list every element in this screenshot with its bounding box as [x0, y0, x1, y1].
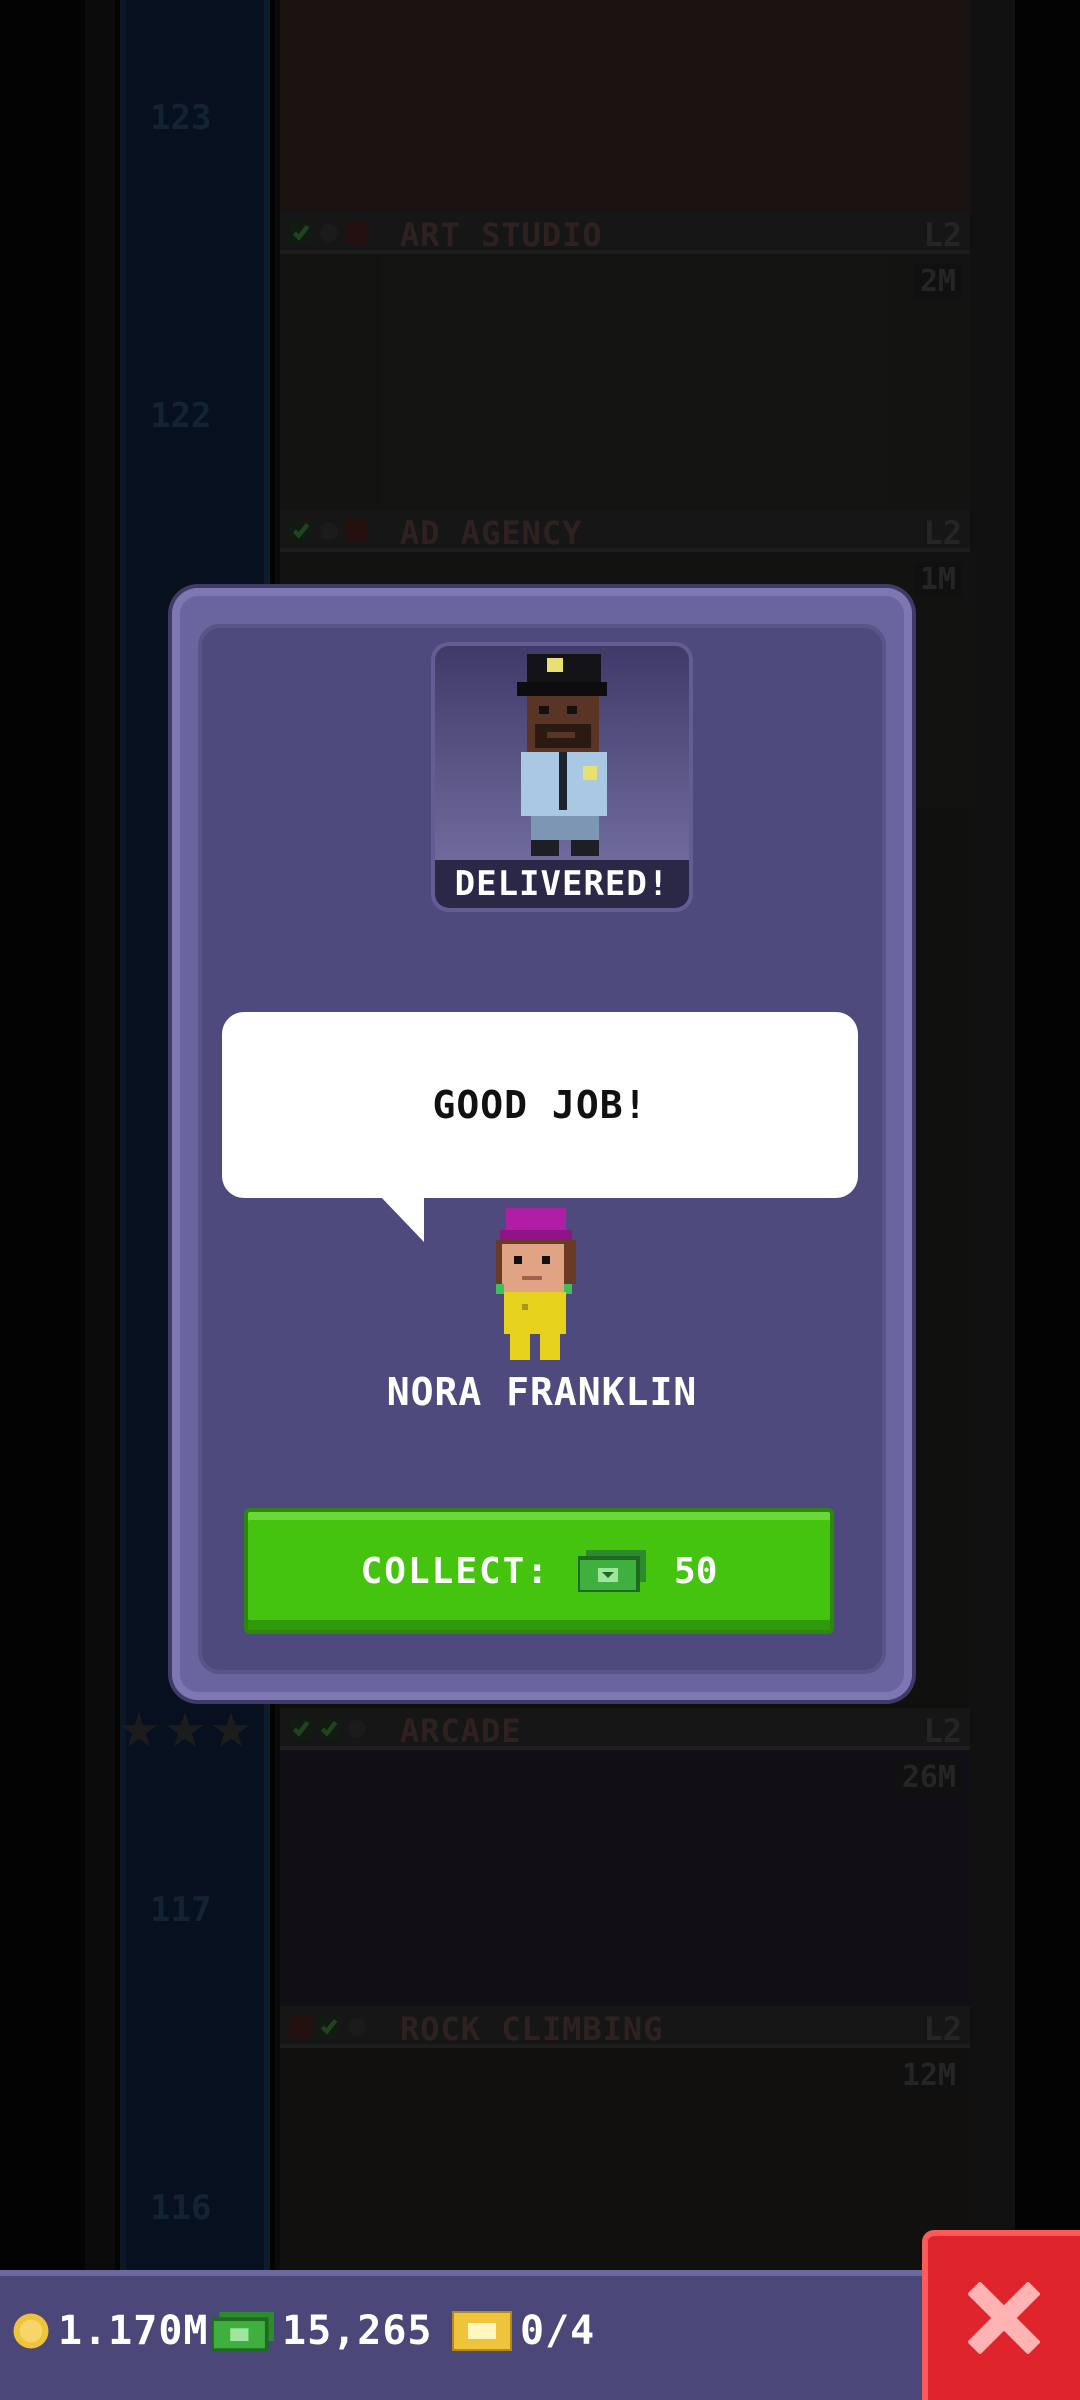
collect-button[interactable]: COLLECT: 50: [244, 1508, 834, 1634]
tickets-value: 0/4: [520, 2308, 596, 2354]
bux-icon: [212, 2311, 274, 2351]
visitor-portrait: DELIVERED!: [431, 642, 693, 912]
close-button[interactable]: [922, 2230, 1080, 2400]
speech-bubble: GOOD JOB!: [222, 1012, 858, 1198]
collect-amount: 50: [674, 1550, 718, 1592]
delivery-worker-sprite: [517, 654, 607, 856]
speech-text: GOOD JOB!: [432, 1083, 648, 1127]
close-icon: [968, 2282, 1040, 2354]
resident-name: NORA FRANKLIN: [386, 1370, 698, 1414]
ticket-icon: [452, 2311, 512, 2351]
bux-display: 15,265: [212, 2296, 433, 2366]
coins-display: 1.170M: [12, 2296, 209, 2366]
speech-bubble-tail: [380, 1196, 424, 1242]
currency-bar: 1.170M 15,265 0/4: [0, 2270, 1080, 2400]
collect-label: COLLECT:: [360, 1550, 551, 1592]
bux-icon: [578, 1550, 647, 1592]
coin-icon: [13, 2313, 49, 2349]
bux-value: 15,265: [282, 2308, 433, 2354]
resident-sprite: [496, 1208, 576, 1360]
tickets-display: 0/4: [452, 2296, 595, 2366]
coins-value: 1.170M: [58, 2308, 209, 2354]
delivered-status-label: DELIVERED!: [435, 860, 689, 908]
